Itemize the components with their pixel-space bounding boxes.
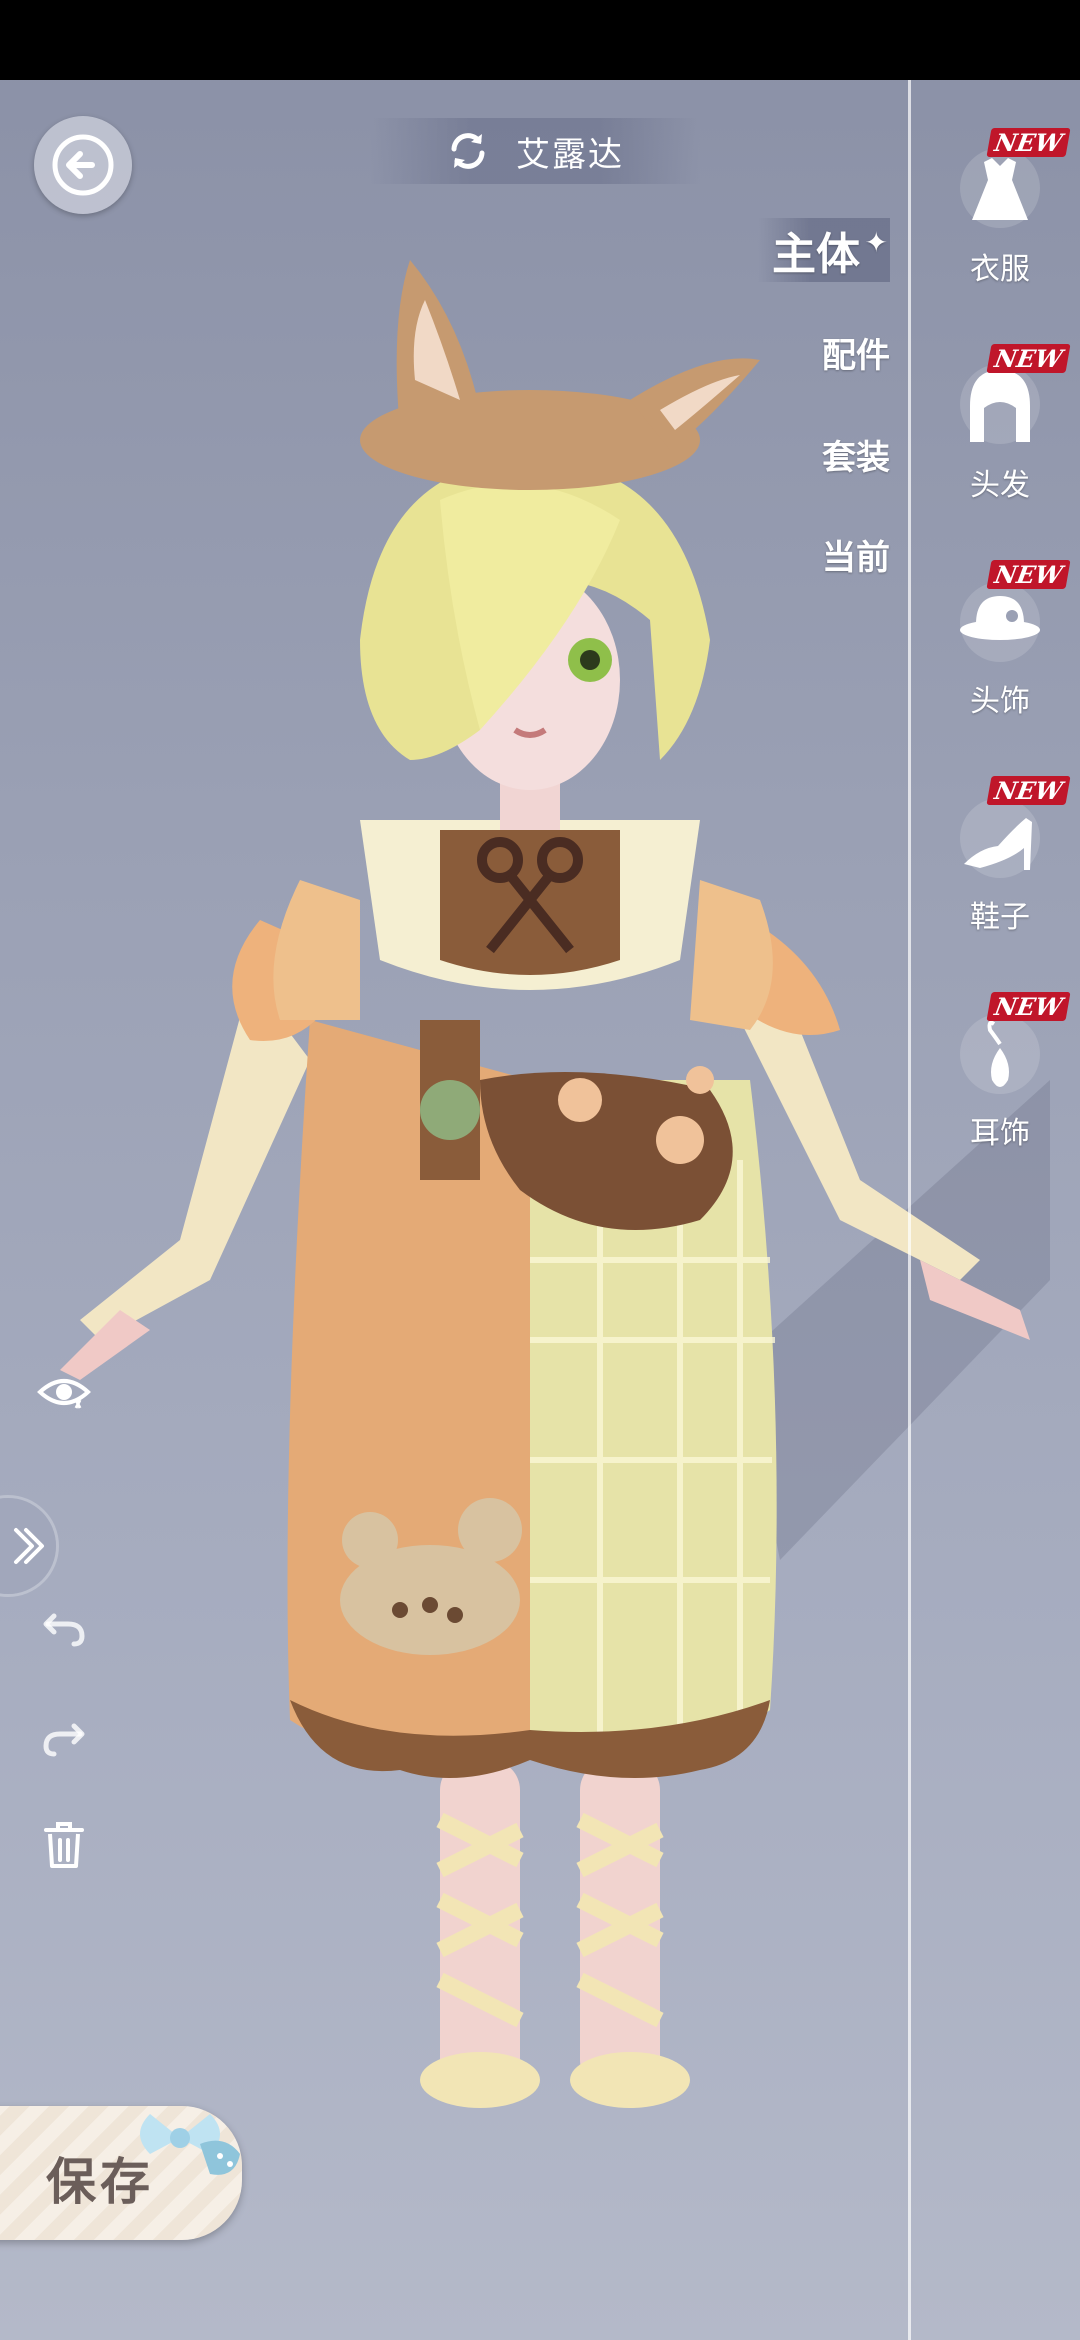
new-badge: NEW <box>986 776 1071 805</box>
item-earrings-label: 耳饰 <box>970 1116 1030 1151</box>
item-hair[interactable]: NEW 头发 <box>940 344 1071 504</box>
tab-accessories-label: 配件 <box>822 336 890 376</box>
new-badge: NEW <box>986 992 1071 1021</box>
tab-main[interactable]: 主体 ✦ <box>758 218 890 282</box>
redo-button[interactable] <box>36 1706 92 1762</box>
eye-icon <box>37 1379 91 1409</box>
new-badge: NEW <box>986 128 1071 157</box>
tab-outfits-label: 套装 <box>822 438 890 478</box>
tab-current-label: 当前 <box>822 538 890 578</box>
new-badge: NEW <box>986 560 1071 589</box>
delete-button[interactable] <box>36 1816 92 1872</box>
back-button[interactable] <box>34 116 132 214</box>
item-shoes-label: 鞋子 <box>970 900 1030 935</box>
tab-accessories[interactable]: 配件 <box>822 328 890 377</box>
character-switcher[interactable]: 艾露达 <box>370 118 700 184</box>
switch-character-icon <box>451 133 485 169</box>
character-model <box>60 260 1050 2108</box>
item-clothes-label: 衣服 <box>970 252 1030 287</box>
item-clothes[interactable]: NEW 衣服 <box>940 128 1071 288</box>
item-headwear[interactable]: NEW 头饰 <box>940 560 1071 720</box>
item-shoes[interactable]: NEW 鞋子 <box>940 776 1071 936</box>
tab-outfits[interactable]: 套装 <box>822 430 890 479</box>
trash-icon <box>44 1822 84 1868</box>
chevron-right-icon <box>14 1528 44 1564</box>
item-hair-label: 头发 <box>970 468 1030 503</box>
character-name: 艾露达 <box>516 134 624 175</box>
undo-button[interactable] <box>36 1596 92 1652</box>
redo-icon <box>43 1723 85 1757</box>
item-earrings[interactable]: NEW 耳饰 <box>940 992 1071 1152</box>
rail-divider <box>908 80 911 2340</box>
undo-icon <box>43 1613 85 1647</box>
new-badge: NEW <box>986 344 1071 373</box>
status-bar <box>0 0 1080 80</box>
back-arrow-icon <box>52 134 114 196</box>
toggle-visibility-button[interactable] <box>36 1364 92 1420</box>
sparkle-icon: ✦ <box>864 226 888 259</box>
expand-panel-button[interactable] <box>0 1498 56 1594</box>
save-button[interactable]: 保存 <box>0 2106 242 2240</box>
item-headwear-label: 头饰 <box>970 684 1030 719</box>
tab-main-label: 主体 <box>772 229 860 280</box>
save-label: 保存 <box>46 2152 154 2211</box>
tab-current[interactable]: 当前 <box>822 530 890 579</box>
